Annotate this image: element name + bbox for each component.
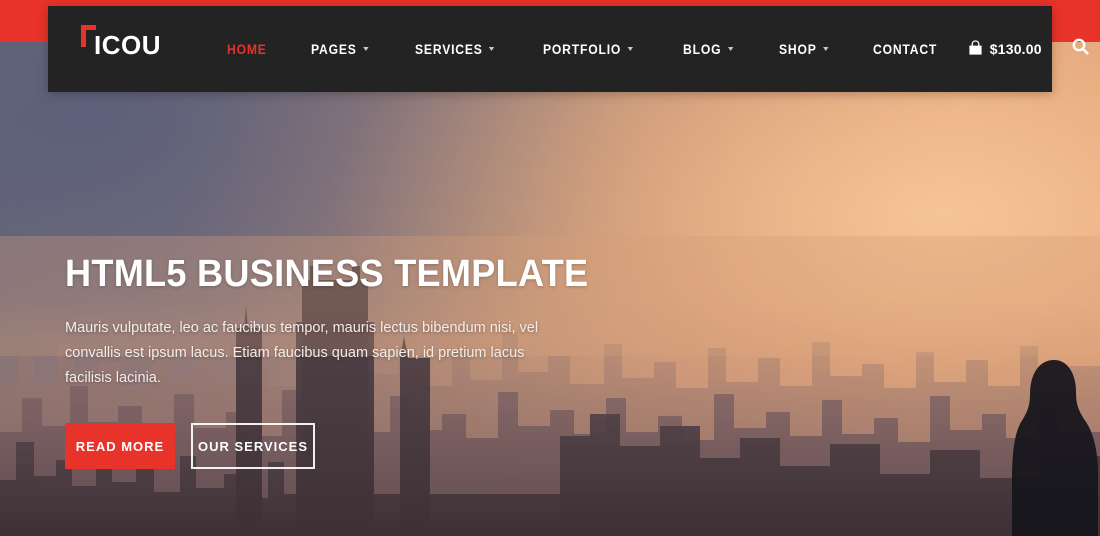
nav-item-pages[interactable]: PAGES bbox=[293, 42, 386, 57]
nav-item-label: BLOG bbox=[682, 41, 722, 57]
chevron-down-icon bbox=[488, 47, 495, 51]
nav-item-shop[interactable]: SHOP bbox=[761, 42, 846, 57]
nav-item-label: PORTFOLIO bbox=[543, 41, 622, 57]
nav-item-label: HOME bbox=[227, 41, 267, 57]
nav-item-label: SHOP bbox=[778, 41, 817, 57]
search-icon bbox=[1072, 38, 1089, 60]
nav-item-services[interactable]: SERVICES bbox=[397, 42, 512, 57]
cart-button[interactable]: $130.00 bbox=[967, 39, 1042, 59]
hooded-figure-silhouette bbox=[1010, 356, 1100, 536]
cart-amount: $130.00 bbox=[989, 41, 1042, 57]
chevron-down-icon bbox=[727, 47, 734, 51]
hero-title: HTML5 BUSINESS TEMPLATE bbox=[65, 253, 589, 295]
logo-text: ICOU bbox=[94, 30, 161, 60]
nav-item-contact[interactable]: CONTACT bbox=[855, 42, 955, 57]
read-more-button[interactable]: READ MORE bbox=[65, 423, 175, 469]
nav-item-blog[interactable]: BLOG bbox=[665, 42, 751, 57]
search-button[interactable] bbox=[1072, 38, 1089, 60]
chevron-down-icon bbox=[363, 47, 369, 51]
nav-item-label: CONTACT bbox=[873, 41, 938, 57]
site-logo[interactable]: ICOU bbox=[81, 25, 161, 66]
hero-description: Mauris vulputate, leo ac faucibus tempor… bbox=[65, 320, 539, 386]
main-navbar: ICOU HOME PAGES SERVICES PORTFOLIO BLOG bbox=[48, 6, 1089, 92]
nav-item-label: PAGES bbox=[311, 41, 357, 57]
our-services-button[interactable]: OUR SERVICES bbox=[191, 423, 315, 469]
nav-item-label: SERVICES bbox=[414, 41, 483, 57]
shopping-bag-icon bbox=[967, 39, 984, 59]
chevron-down-icon bbox=[822, 47, 828, 51]
hero-button-group: READ MORE OUR SERVICES bbox=[65, 423, 685, 469]
nav-item-home[interactable]: HOME bbox=[209, 42, 285, 57]
nav-utilities: $130.00 bbox=[967, 38, 1089, 60]
hero-content: HTML5 BUSINESS TEMPLATE Mauris vulputate… bbox=[65, 252, 685, 469]
nav-menu: HOME PAGES SERVICES PORTFOLIO BLOG SHOP bbox=[209, 42, 967, 57]
chevron-down-icon bbox=[627, 47, 633, 51]
page-root: ICOU HOME PAGES SERVICES PORTFOLIO BLOG bbox=[0, 0, 1100, 536]
nav-item-portfolio[interactable]: PORTFOLIO bbox=[525, 42, 651, 57]
